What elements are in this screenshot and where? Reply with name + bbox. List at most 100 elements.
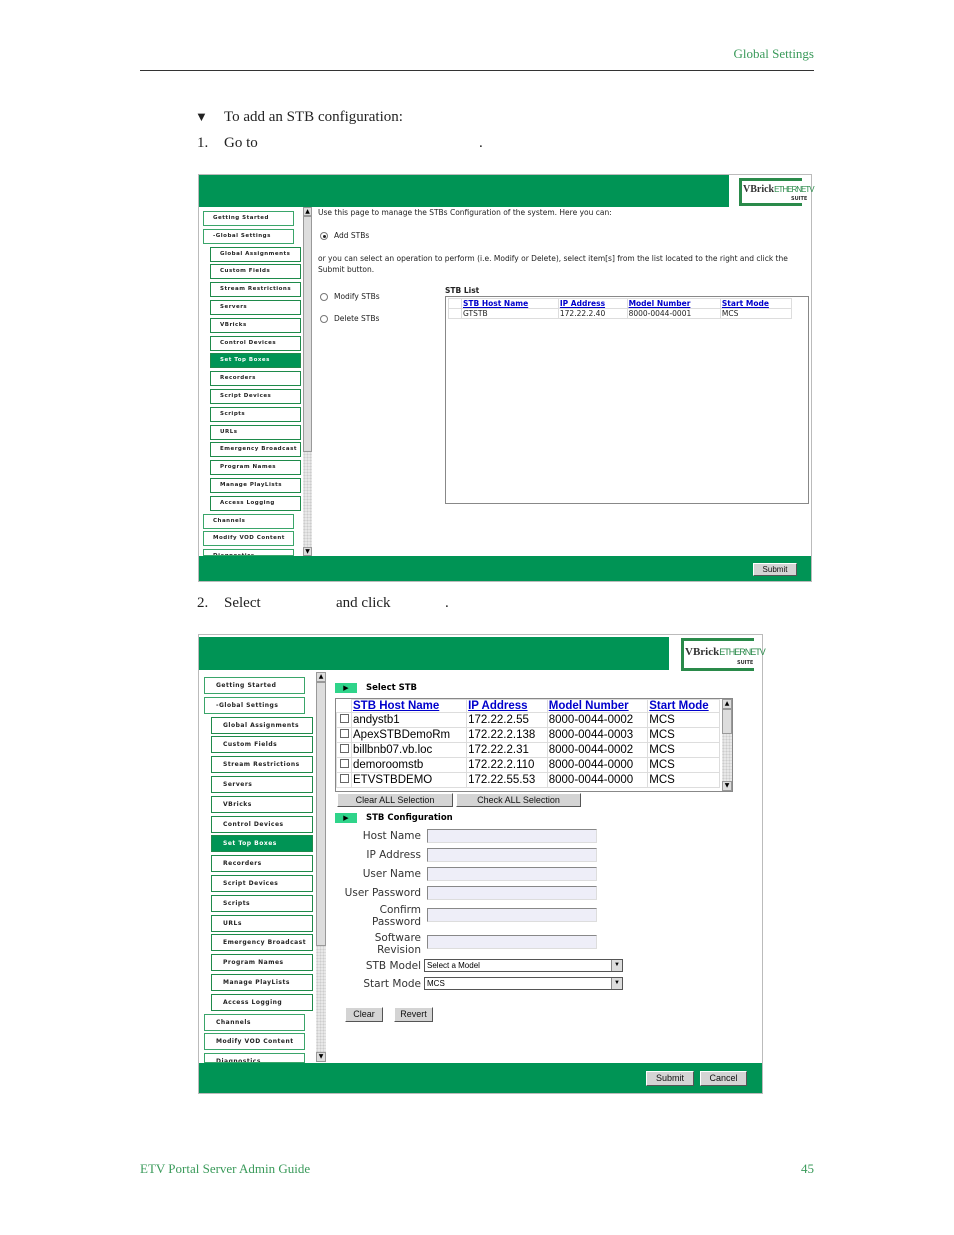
sort-link[interactable]: Model Number xyxy=(629,299,691,308)
sidebar-item[interactable]: Custom Fields xyxy=(210,264,301,280)
scroll-thumb[interactable] xyxy=(303,216,312,452)
clear-button[interactable]: Clear xyxy=(345,1007,383,1022)
checkbox-cell[interactable] xyxy=(336,727,352,743)
checkbox-cell[interactable] xyxy=(336,712,352,728)
column-header[interactable]: STB Host Name xyxy=(350,699,468,713)
sidebar-item[interactable]: Diagnostics xyxy=(204,1053,305,1063)
sidebar-item[interactable]: Diagnostics xyxy=(203,549,294,556)
delete-stbs-radio[interactable]: Delete STBs xyxy=(320,314,379,323)
revert-button[interactable]: Revert xyxy=(394,1007,433,1022)
table-row[interactable]: andystb1 172.22.2.55 8000-0044-0002 MCS xyxy=(336,712,720,728)
sidebar-item[interactable]: Set Top Boxes xyxy=(211,835,313,853)
column-header[interactable]: STB Host Name xyxy=(461,298,559,309)
checkbox-cell[interactable] xyxy=(336,742,352,758)
sidebar-item[interactable]: Script Devices xyxy=(210,389,301,404)
row-checkbox[interactable] xyxy=(339,774,349,783)
sort-link[interactable]: IP Address xyxy=(468,700,527,712)
table-row[interactable]: GTSTB 172.22.2.40 8000-0044-0001 MCS xyxy=(448,308,793,319)
check-all-selection-button[interactable]: Check ALL Selection xyxy=(456,793,581,807)
scroll-up-icon[interactable]: ▲ xyxy=(316,672,326,682)
table-row[interactable]: ApexSTBDemoRm 172.22.2.138 8000-0044-0003 M… xyxy=(336,727,720,743)
radio-icon[interactable] xyxy=(320,315,328,323)
row-checkbox[interactable] xyxy=(339,759,349,768)
table-row[interactable]: billbnb07.vb.loc 172.22.2.31 8000-0044-000… xyxy=(336,742,720,758)
sidebar-item[interactable]: Recorders xyxy=(210,371,301,387)
sort-link[interactable]: STB Host Name xyxy=(353,700,439,712)
sidebar-item[interactable]: Script Devices xyxy=(211,875,313,892)
sort-link[interactable]: Start Mode xyxy=(649,700,708,712)
scroll-up-icon[interactable]: ▲ xyxy=(303,207,312,216)
sidebar-item[interactable]: Modify VOD Content xyxy=(203,531,294,547)
sidebar-item[interactable]: Servers xyxy=(210,300,301,315)
ip-address-input[interactable] xyxy=(427,848,597,862)
sidebar-item[interactable]: Getting Started xyxy=(204,677,305,694)
column-header[interactable]: Start Mode xyxy=(719,298,793,309)
sidebar-item[interactable]: Global Assignments xyxy=(211,716,313,734)
sidebar-item[interactable]: Channels xyxy=(204,1013,305,1031)
scroll-down-icon[interactable]: ▼ xyxy=(316,1052,326,1062)
sidebar-item[interactable]: Getting Started xyxy=(203,211,294,226)
chevron-down-icon[interactable]: ▼ xyxy=(611,978,622,989)
scroll-down-icon[interactable]: ▼ xyxy=(303,547,312,556)
user-name-input[interactable] xyxy=(427,867,597,881)
user-password-input[interactable] xyxy=(427,886,597,900)
add-stbs-radio[interactable]: Add STBs xyxy=(320,231,369,240)
scroll-down-icon[interactable]: ▼ xyxy=(722,781,732,791)
sort-link[interactable]: Model Number xyxy=(549,700,629,712)
checkbox-cell[interactable] xyxy=(336,757,352,773)
confirm-password-input[interactable] xyxy=(427,908,597,922)
cancel-button[interactable]: Cancel xyxy=(700,1071,747,1086)
radio-icon[interactable] xyxy=(320,293,328,301)
clear-all-selection-button[interactable]: Clear ALL Selection xyxy=(337,793,453,807)
sidebar-item[interactable]: Recorders xyxy=(211,855,313,873)
sidebar-item[interactable]: Scripts xyxy=(210,406,301,422)
sidebar-item[interactable]: Custom Fields xyxy=(211,736,313,754)
list-scrollbar[interactable]: ▲ ▼ xyxy=(722,699,732,791)
row-checkbox[interactable] xyxy=(339,729,349,738)
sidebar-item[interactable]: VBricks xyxy=(211,795,313,813)
host-name-input[interactable] xyxy=(427,829,597,843)
scroll-up-icon[interactable]: ▲ xyxy=(722,699,732,709)
sidebar-scrollbar[interactable]: ▲ ▼ xyxy=(303,207,312,556)
sidebar-item[interactable]: Global Assignments xyxy=(210,246,301,262)
column-header[interactable]: Model Number xyxy=(626,298,721,309)
radio-icon[interactable] xyxy=(320,232,328,240)
sidebar-item[interactable]: Scripts xyxy=(211,894,313,912)
sidebar-item[interactable]: Servers xyxy=(211,776,313,793)
column-header[interactable]: IP Address xyxy=(466,699,548,713)
chevron-down-icon[interactable]: ▼ xyxy=(611,960,622,971)
table-row[interactable]: ETVSTBDEMO 172.22.55.53 8000-0044-0000 MCS xyxy=(336,772,720,788)
table-row[interactable]: demoroomstb 172.22.2.110 8000-0044-0000 MCS xyxy=(336,757,720,773)
row-checkbox[interactable] xyxy=(339,714,349,723)
expand-arrow-icon[interactable]: ▶ xyxy=(335,813,357,823)
sidebar-item[interactable]: Program Names xyxy=(210,460,301,476)
sidebar-item[interactable]: -Global Settings xyxy=(203,228,294,244)
checkbox-cell[interactable] xyxy=(336,772,352,788)
sidebar-item[interactable]: Modify VOD Content xyxy=(204,1033,305,1051)
submit-button[interactable]: Submit xyxy=(646,1071,694,1086)
row-checkbox[interactable] xyxy=(339,744,349,753)
sidebar-item[interactable]: Stream Restrictions xyxy=(210,282,301,298)
sidebar-item[interactable]: Control Devices xyxy=(211,815,313,833)
scroll-thumb[interactable] xyxy=(722,709,732,734)
column-header[interactable]: Model Number xyxy=(546,699,649,713)
sidebar-item[interactable]: Manage PlayLists xyxy=(211,974,313,991)
sidebar-item[interactable]: Set Top Boxes xyxy=(210,353,301,369)
sidebar-item[interactable]: VBricks xyxy=(210,317,301,333)
sidebar-item[interactable]: Stream Restrictions xyxy=(211,756,313,774)
sidebar-item[interactable]: URLs xyxy=(211,914,313,932)
sidebar-item[interactable]: Program Names xyxy=(211,954,313,972)
sidebar-item[interactable]: Access Logging xyxy=(210,495,301,511)
expand-arrow-icon[interactable]: ▶ xyxy=(335,683,357,693)
sort-link[interactable]: STB Host Name xyxy=(463,299,528,308)
sort-link[interactable]: IP Address xyxy=(560,299,605,308)
sidebar-item[interactable]: Channels xyxy=(203,513,294,529)
sort-link[interactable]: Start Mode xyxy=(722,299,769,308)
start-mode-select[interactable]: MCS ▼ xyxy=(424,977,623,990)
sidebar-item[interactable]: -Global Settings xyxy=(204,696,305,714)
sidebar-item[interactable]: Access Logging xyxy=(211,993,313,1011)
sidebar-item[interactable]: URLs xyxy=(210,424,301,440)
sidebar-item[interactable]: Control Devices xyxy=(210,335,301,351)
column-header[interactable]: IP Address xyxy=(557,298,628,309)
submit-button[interactable]: Submit xyxy=(753,563,797,576)
